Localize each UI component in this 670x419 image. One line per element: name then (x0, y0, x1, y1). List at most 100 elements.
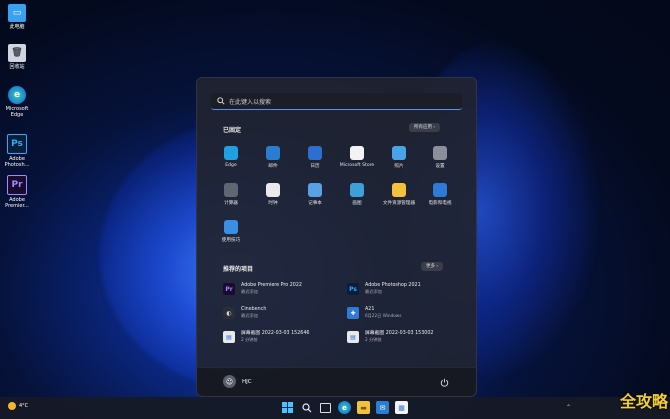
recommended-text: 屏幕截图 2022-03-03 153002 2 分钟前 (365, 331, 433, 343)
calendar-icon (308, 146, 322, 160)
weather-widget[interactable]: 4°C (8, 402, 28, 410)
taskbar-edge[interactable]: e (338, 401, 351, 414)
desktop-item-recycle-bin[interactable]: 🗑 回收站 (2, 44, 32, 70)
pinned-app-label: 文件资源管理器 (382, 201, 416, 206)
power-icon (440, 378, 448, 387)
pinned-app[interactable]: 设置 (420, 146, 460, 169)
desktop-item-this-pc[interactable]: ▭ 此电脑 (2, 4, 32, 30)
desktop-item-label: Adobe Premier... (5, 197, 29, 209)
desktop-item-premiere[interactable]: Pr Adobe Premier... (2, 175, 32, 209)
pinned-app[interactable]: 记事本 (295, 183, 335, 206)
taskbar-mail[interactable]: ✉ (376, 401, 389, 414)
paint-icon (350, 183, 364, 197)
desktop-item-label: 此电脑 (9, 24, 25, 30)
notepad-icon (308, 183, 322, 197)
pinned-app-label: 记事本 (308, 201, 322, 206)
start-menu: 在此键入以搜索 已固定 所有应用 › Edge 邮件 日历 Microsoft Sto… (196, 77, 477, 397)
sun-icon (8, 402, 16, 410)
pinned-app[interactable]: 时钟 (253, 183, 293, 206)
recycle-bin-icon: 🗑 (8, 44, 26, 62)
image-file-icon: ▤ (347, 331, 359, 343)
recommended-text: Adobe Premiere Pro 2022 最近添加 (241, 283, 302, 295)
pinned-app[interactable]: Edge (211, 146, 251, 168)
pinned-app-label: 照片 (394, 164, 404, 169)
image-file-icon: ▤ (223, 331, 235, 343)
pinned-app[interactable]: 照片 (379, 146, 419, 169)
taskbar-search-button[interactable] (300, 401, 313, 414)
pinned-app[interactable]: 邮件 (253, 146, 293, 169)
desktop-item-label: Microsoft Edge (5, 106, 29, 118)
edge-icon: e (8, 86, 26, 104)
edge-icon: e (342, 403, 347, 412)
recommended-item[interactable]: ◐ Cinebench 最近添加 (223, 304, 343, 322)
photoshop-icon: Ps (7, 134, 27, 154)
recommended-subtitle: 最近添加 (365, 289, 382, 294)
pinned-app[interactable]: 文件资源管理器 (379, 183, 419, 206)
search-box[interactable]: 在此键入以搜索 (211, 93, 462, 110)
pinned-app[interactable]: 使用技巧 (211, 220, 251, 243)
task-view-button[interactable] (319, 401, 332, 414)
folder-icon: ▬ (360, 403, 367, 412)
avatar: ☺ (223, 375, 236, 388)
store-icon: ▦ (398, 403, 405, 412)
windows-logo-icon (282, 402, 293, 413)
photos-icon (392, 146, 406, 160)
recommended-item[interactable]: ▤ 屏幕截图 2022-03-03 153002 2 分钟前 (347, 328, 467, 346)
pinned-app[interactable]: Microsoft Store (337, 146, 377, 168)
recommended-item[interactable]: ▤ 屏幕截图 2022-03-03 152646 2 分钟前 (223, 328, 343, 346)
pinned-app-label: 邮件 (268, 164, 278, 169)
pinned-app-label: 计算器 (224, 201, 238, 206)
recommended-text: 屏幕截图 2022-03-03 152646 2 分钟前 (241, 331, 309, 343)
start-button[interactable] (281, 401, 294, 414)
cinebench-icon: ◐ (223, 307, 235, 319)
taskbar: 4°C e ▬ ✉ ▦ ⌃ (0, 397, 670, 419)
start-footer: ☺ HJC (197, 367, 476, 396)
pinned-title: 已固定 (223, 127, 242, 134)
all-apps-button[interactable]: 所有应用 › (409, 123, 441, 132)
pinned-app[interactable]: 电影和电视 (420, 183, 460, 206)
folder-icon (392, 183, 406, 197)
more-button[interactable]: 更多 › (421, 262, 444, 271)
pinned-app-label: 使用技巧 (221, 238, 241, 243)
desktop-item-label: 回收站 (9, 64, 25, 70)
recommended-item[interactable]: ✚ A21 6月22日 Windows (347, 304, 467, 322)
pinned-app-label: 日历 (310, 164, 320, 169)
mail-icon (266, 146, 280, 160)
recommended-subtitle: 最近添加 (241, 313, 258, 318)
user-account[interactable]: ☺ HJC (223, 375, 252, 388)
task-view-icon (320, 402, 331, 413)
tips-icon (224, 220, 238, 234)
desktop-item-label: Adobe Photosh... (4, 156, 30, 168)
watermark: 全攻略 (619, 392, 668, 411)
pinned-app[interactable]: 画图 (337, 183, 377, 206)
search-placeholder: 在此键入以搜索 (229, 98, 272, 106)
pinned-app[interactable]: 日历 (295, 146, 335, 169)
photoshop-icon: Ps (347, 283, 359, 295)
store-icon (350, 146, 364, 160)
recommended-text: A21 6月22日 Windows (365, 307, 401, 319)
settings-icon (433, 146, 447, 160)
recommended-item[interactable]: Pr Adobe Premiere Pro 2022 最近添加 (223, 280, 343, 298)
desktop-item-photoshop[interactable]: Ps Adobe Photosh... (2, 134, 32, 168)
premiere-icon: Pr (223, 283, 235, 295)
search-icon (217, 97, 225, 105)
recommended-item[interactable]: Ps Adobe Photoshop 2021 最近添加 (347, 280, 467, 298)
system-tray[interactable]: ⌃ (566, 404, 571, 411)
pinned-app-label: 时钟 (268, 201, 278, 206)
recommended-subtitle: 2 分钟前 (365, 337, 382, 342)
recommended-subtitle: 6月22日 Windows (365, 313, 402, 318)
computer-icon: ▭ (8, 4, 26, 22)
power-button[interactable] (437, 375, 451, 389)
file-icon: ✚ (347, 307, 359, 319)
desktop-item-edge[interactable]: e Microsoft Edge (2, 86, 32, 118)
pinned-app-label: Edge (225, 163, 237, 168)
pinned-app[interactable]: 计算器 (211, 183, 251, 206)
recommended-text: Cinebench 最近添加 (241, 307, 266, 319)
recommended-subtitle: 2 分钟前 (241, 337, 258, 342)
user-name: HJC (242, 378, 252, 385)
pinned-app-label: 画图 (352, 201, 362, 206)
recommended-title: 推荐的项目 (223, 266, 254, 273)
clock-icon (266, 183, 280, 197)
taskbar-store[interactable]: ▦ (395, 401, 408, 414)
taskbar-explorer[interactable]: ▬ (357, 401, 370, 414)
